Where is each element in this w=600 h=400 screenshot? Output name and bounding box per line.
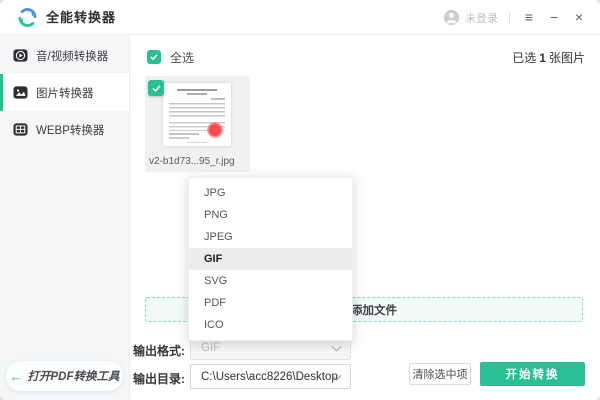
red-stamp [207,122,223,138]
sidebar-item-label: WEBP转换器 [36,124,105,137]
start-convert-button[interactable]: 开始转换 [480,362,585,386]
document-thumbnail-image [163,83,231,146]
sidebar-item-label: 音/视频转换器 [36,50,109,63]
open-pdf-tool-button[interactable]: ← 打开PDF转换工具 [6,361,123,391]
sidebar-item-webp-converter[interactable]: WEBP转换器 [0,111,129,148]
dropdown-option-pdf[interactable]: PDF [189,292,352,314]
add-files-label: 添加文件 [351,304,397,317]
login-status[interactable]: 未登录 [465,10,498,26]
sidebar-item-label: 图片转换器 [36,87,94,100]
app-title: 全能转换器 [46,10,117,25]
sidebar: 音/视频转换器 图片转换器 WEBP转换器 ← 打开PDF转换工具 [0,35,130,400]
main-content: 全选 已选1张图片 v2-b1d73...95_r.jpg + 添加文件 输出格… [130,35,600,400]
thumbnail-checkbox[interactable] [148,80,164,96]
sidebar-item-image-converter[interactable]: 图片转换器 [0,74,129,111]
back-arrow-icon: ← [9,368,23,384]
selected-count-number: 1 [539,50,546,65]
sidebar-item-audio-video-converter[interactable]: 音/视频转换器 [0,37,129,74]
output-format-label: 输出格式: [133,344,185,358]
select-all-label: 全选 [170,50,195,65]
clear-selected-button[interactable]: 清除选中项 [409,363,471,385]
audio-video-converter-icon [13,49,28,62]
titlebar-divider [509,11,510,24]
format-dropdown-menu: JPG PNG JPEG GIF SVG PDF ICO [188,177,353,341]
selected-count-prefix: 已选 [512,50,537,65]
webp-converter-icon [13,123,28,136]
selection-toolbar: 全选 已选 1 张图片 [147,47,585,67]
image-converter-icon [13,86,28,99]
image-thumbnail-card[interactable]: v2-b1d73...95_r.jpg [145,76,250,172]
check-icon [152,85,160,92]
file-name: v2-b1d73...95_r.jpg [149,156,235,167]
output-format-value: GIF [201,342,221,354]
user-avatar-icon[interactable] [443,9,460,26]
dropdown-option-svg[interactable]: SVG [189,270,352,292]
app-logo-icon [18,8,37,27]
dropdown-option-gif[interactable]: GIF [189,248,352,270]
chevron-down-icon [331,341,342,352]
close-icon[interactable]: × [571,0,587,35]
check-icon [150,54,158,60]
dropdown-option-jpg[interactable]: JPG [189,182,352,204]
menu-icon[interactable]: ≡ [521,0,537,35]
output-directory-value: C:\Users\acc8226\Desktop [201,370,338,383]
titlebar: 全能转换器 未登录 ≡ − × [0,0,600,35]
dropdown-option-png[interactable]: PNG [189,204,352,226]
output-directory-label: 输出目录: [133,372,185,386]
dropdown-option-ico[interactable]: ICO [189,314,352,336]
selected-count-suffix: 张图片 [548,50,585,65]
select-all-checkbox[interactable] [147,50,161,64]
minimize-icon[interactable]: − [546,0,562,35]
output-directory-select[interactable]: C:\Users\acc8226\Desktop [190,364,351,389]
dropdown-option-jpeg[interactable]: JPEG [189,226,352,248]
selected-count: 已选 1 张图片 [512,49,585,66]
converter-app-window: 全能转换器 未登录 ≡ − × 音/视频转换器 图片转换器 WEBP转换器 ← … [0,0,600,400]
open-pdf-tool-label: 打开PDF转换工具 [27,371,120,383]
